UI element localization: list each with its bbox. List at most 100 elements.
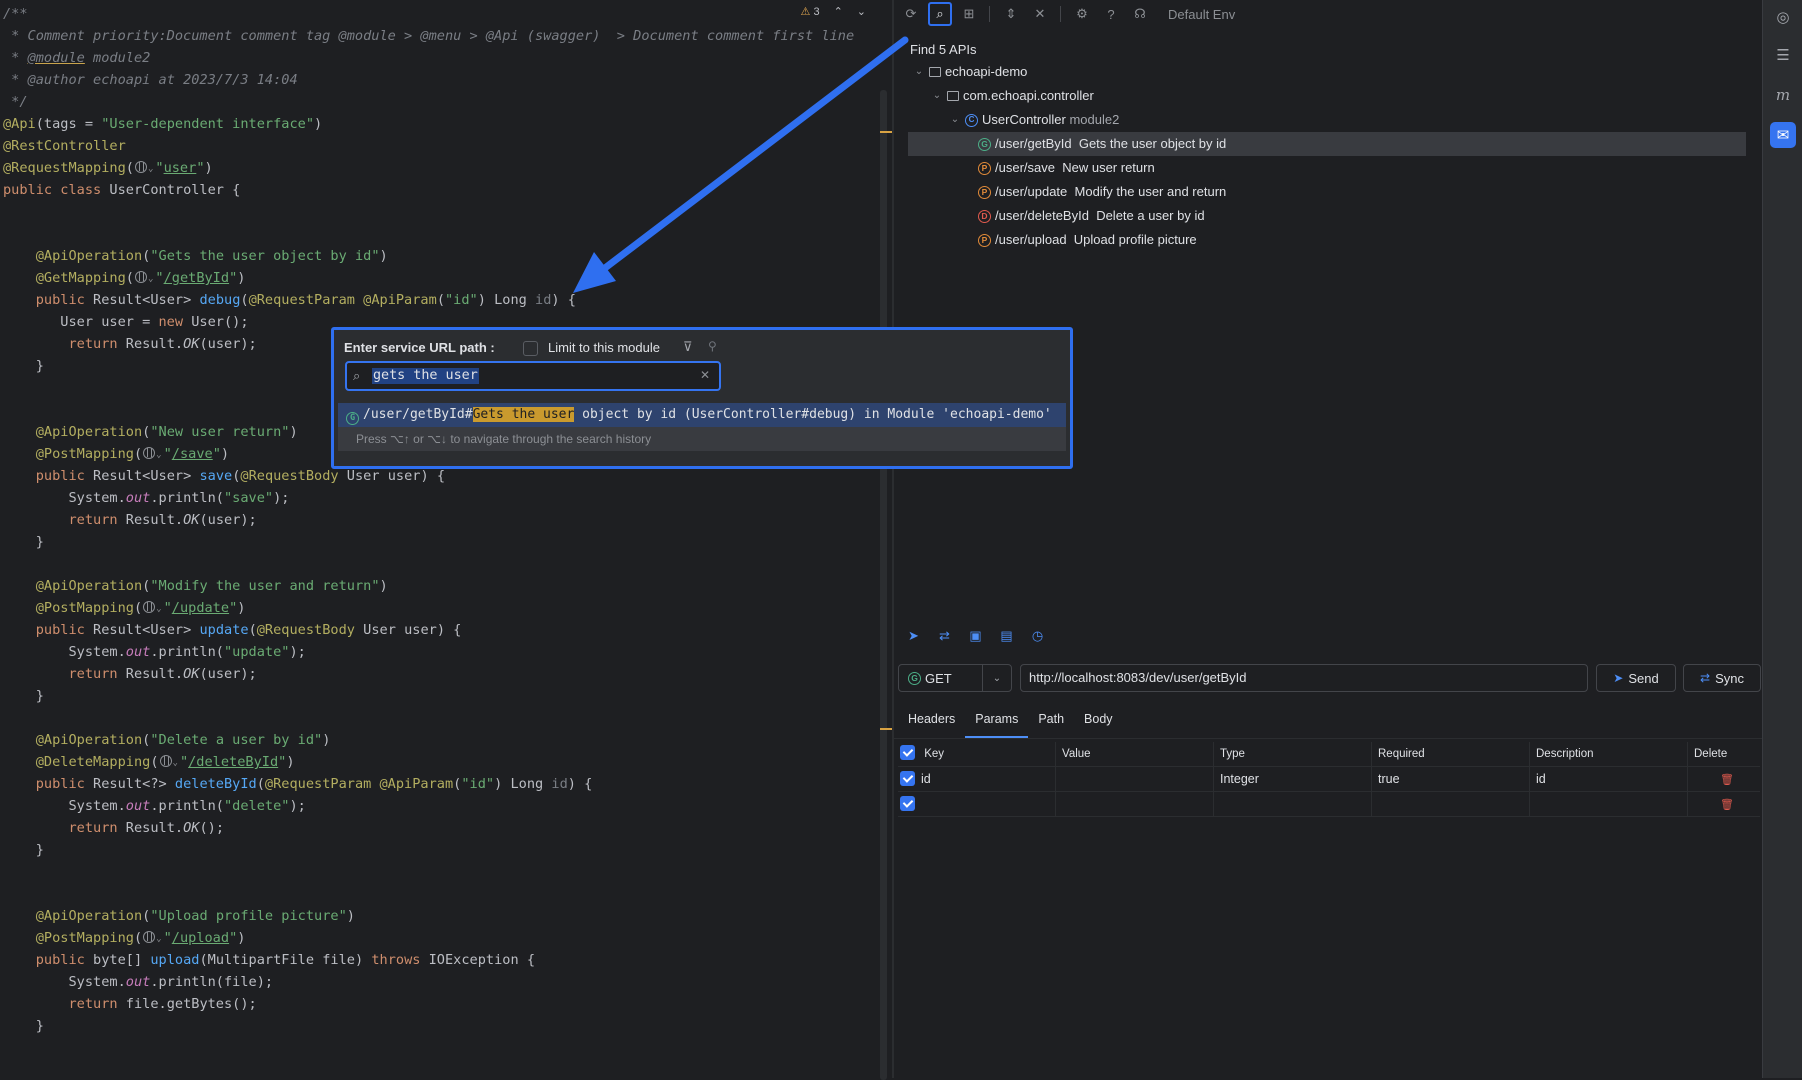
search-result-item[interactable]: G/user/getById#Gets the user object by i… [338,403,1066,427]
expand-icon[interactable]: ⇕ [999,2,1023,26]
code-line: @ApiOperation("Delete a user by id") [3,729,331,751]
endpoint-item[interactable]: P/user/update Modify the user and return [978,180,1226,204]
code-token: */ [3,94,28,110]
cell-key[interactable] [898,792,1056,816]
select-all-checkbox[interactable] [900,745,915,760]
cell-value[interactable] [1056,792,1214,816]
limit-module-label[interactable]: Limit to this module [548,340,660,355]
chevron-down-icon[interactable]: ⌄ [982,665,1011,691]
document-icon[interactable]: ▤ [997,626,1016,645]
code-line: public Result<User> debug(@RequestParam … [3,289,576,311]
tree-node-package[interactable]: ⌄ com.echoapi.controller [930,84,1094,108]
table-header-row: Key Value Type Required Description Dele… [898,742,1760,767]
search-icon[interactable]: ⌕ [928,2,952,26]
code-line: } [3,1015,44,1037]
code-token: ⌄ [156,934,162,944]
code-token: "User-dependent interface" [101,116,315,132]
chevron-down-icon[interactable]: ⌄ [948,108,962,132]
save-icon[interactable]: ▣ [966,626,985,645]
code-token: "Upload profile picture" [150,908,347,924]
code-token: (); [199,820,225,836]
send-plane-icon[interactable]: ➤ [904,626,923,645]
tree-icon[interactable]: ⊞ [957,2,981,26]
environment-selector[interactable]: Default Env [1168,7,1235,22]
search-input[interactable]: ⌕ gets the user ✕ [345,361,721,391]
header-value: Value [1056,742,1214,766]
code-token: save [199,468,233,484]
tab-body[interactable]: Body [1074,706,1123,738]
code-token: @Api [3,116,36,132]
maven-icon[interactable]: m [1770,82,1796,108]
tree-node-controller[interactable]: ⌄ C UserController module2 [948,108,1120,132]
endpoint-item[interactable]: G/user/getById Gets the user object by i… [908,132,1746,156]
row-checkbox[interactable] [900,796,915,811]
cell-description[interactable]: id [1530,767,1688,791]
tab-params[interactable]: Params [965,706,1029,738]
code-line: @DeleteMapping(⌄ "/deleteById") [3,751,295,773]
warning-indicator[interactable]: ⚠ 3 [801,5,820,18]
chevron-down-icon[interactable]: ⌄ [857,5,866,18]
echoapi-icon[interactable]: ✉ [1770,122,1796,148]
tab-headers[interactable]: Headers [898,706,965,738]
code-line: return Result.OK(user); [3,509,256,531]
cell-type[interactable]: Integer [1214,767,1372,791]
cell-delete: 🗑 [1688,767,1760,791]
trash-icon[interactable]: 🗑 [1720,799,1734,811]
cell-required[interactable]: true [1372,767,1530,791]
code-token: ⌄ [156,450,162,460]
editor-inspection-widget[interactable]: ⚠ 3 ⌃ ⌄ [801,0,881,22]
gutter-mark [880,131,892,133]
ai-assistant-icon[interactable]: ◎ [1770,4,1796,30]
tree-node-project[interactable]: ⌄ echoapi-demo [912,60,1028,84]
help-icon[interactable]: ? [1099,2,1123,26]
method-select[interactable]: G GET ⌄ [898,664,1012,692]
tab-path[interactable]: Path [1028,706,1074,738]
code-line: public Result<User> update(@RequestBody … [3,619,462,641]
history-icon[interactable]: ◷ [1028,626,1047,645]
code-token: @RequestMapping [3,160,126,176]
collapse-icon[interactable]: ✕ [1028,2,1052,26]
cell-key[interactable]: id [898,767,1056,791]
search-popup: Enter service URL path : Limit to this m… [331,327,1073,469]
pin-icon[interactable]: ⚲ [708,339,717,353]
sync-icon[interactable]: ⇄ [935,626,954,645]
cell-value[interactable] [1056,767,1214,791]
chevron-down-icon[interactable]: ⌄ [930,84,944,108]
code-editor[interactable]: ⚠ 3 ⌃ ⌄ /** * Comment priority:Document … [0,0,880,1078]
settings-icon[interactable]: ⚙ [1070,2,1094,26]
database-icon[interactable]: ☰ [1770,42,1796,68]
clear-icon[interactable]: ✕ [700,368,710,382]
trash-icon[interactable]: 🗑 [1720,774,1734,786]
endpoint-item[interactable]: D/user/deleteById Delete a user by id [978,204,1205,228]
code-line: @Api(tags = "User-dependent interface") [3,113,322,135]
code-token: OK [183,820,200,836]
code-token: ) [237,600,246,616]
cell-description[interactable] [1530,792,1688,816]
row-checkbox[interactable] [900,771,915,786]
endpoint-path: /user/update [995,184,1068,199]
editor-scrollbar[interactable] [880,90,887,1080]
code-line: * Comment priority:Document comment tag … [3,25,854,47]
limit-module-checkbox[interactable] [523,341,538,356]
headset-icon[interactable]: ☊ [1128,2,1152,26]
code-token: public [35,622,94,638]
chevron-down-icon[interactable]: ⌄ [912,60,926,84]
refresh-icon[interactable]: ⟳ [899,2,923,26]
endpoint-item[interactable]: P/user/upload Upload profile picture [978,228,1197,252]
code-token: @ApiOperation [35,908,143,924]
cell-type[interactable] [1214,792,1372,816]
code-token: System. [3,798,126,814]
code-line: @RestController [3,135,126,157]
sync-button[interactable]: ⇄ Sync [1683,664,1761,692]
cell-required[interactable] [1372,792,1530,816]
url-input[interactable]: http://localhost:8083/dev/user/getById [1020,664,1588,692]
chevron-up-icon[interactable]: ⌃ [834,5,843,18]
endpoint-item[interactable]: P/user/save New user return [978,156,1155,180]
send-button[interactable]: ➤ Send [1596,664,1676,692]
endpoint-description: Delete a user by id [1096,208,1205,223]
filter-icon[interactable]: ⊽ [683,339,693,355]
code-token: ( [125,160,134,176]
